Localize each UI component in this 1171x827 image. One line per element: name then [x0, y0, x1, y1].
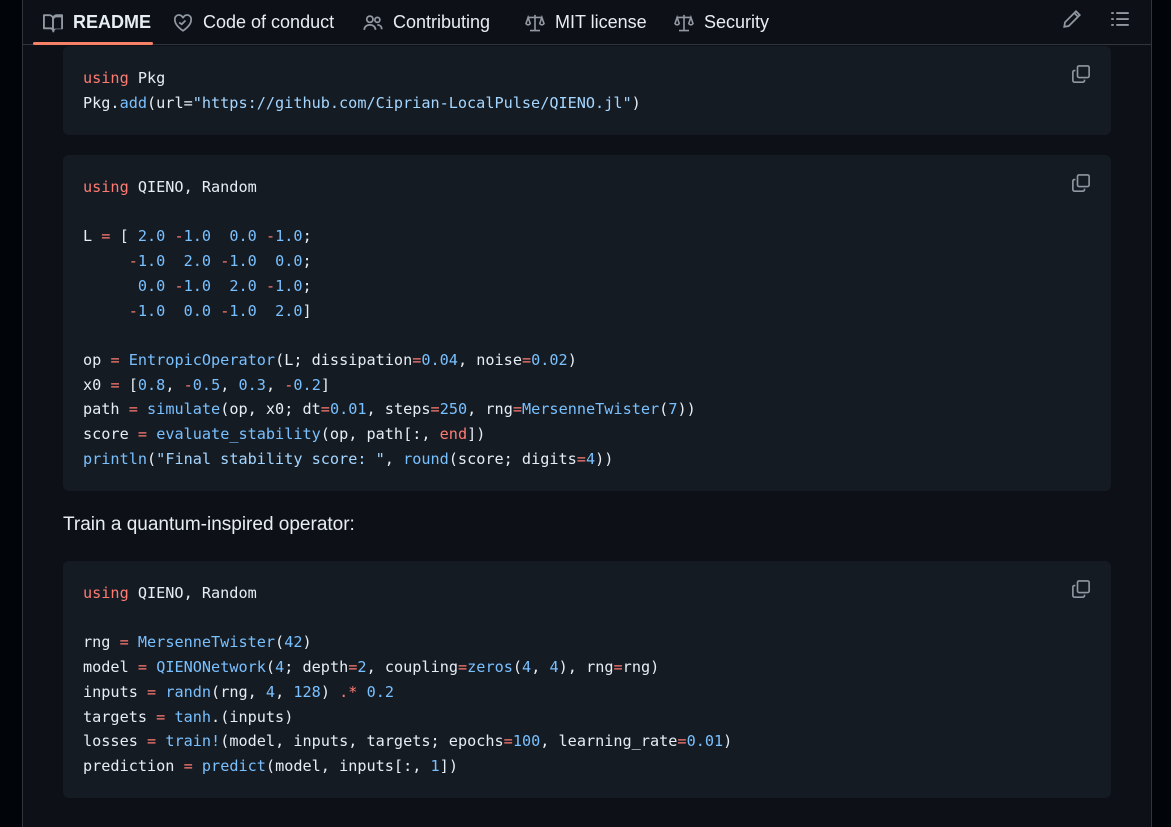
code-line: Pkg.add(url="https://github.com/Ciprian-… [83, 93, 641, 112]
pencil-icon [1063, 10, 1081, 28]
tab-security-label: Security [704, 12, 770, 32]
heart-icon [173, 13, 193, 32]
edit-button[interactable] [1057, 4, 1087, 34]
list-icon [1111, 12, 1129, 26]
tab-security[interactable]: Security [674, 0, 769, 45]
tab-mit-license-label: MIT license [555, 12, 647, 32]
people-icon [363, 14, 383, 30]
book-icon [43, 13, 63, 32]
code-line: losses = train!(model, inputs, targets; … [83, 732, 733, 751]
outline-button[interactable] [1105, 4, 1135, 34]
code-line: score = evaluate_stability(op, path[:, e… [83, 425, 486, 444]
tab-readme[interactable]: README [43, 0, 151, 45]
code-line: inputs = randn(rng, 4, 128) .* 0.2 [83, 682, 394, 701]
code-line: -1.0 0.0 -1.0 2.0] [128, 301, 312, 320]
code-line: model = QIENONetwork(4; depth=2, couplin… [83, 658, 660, 677]
scale-icon [525, 14, 545, 31]
tab-code-of-conduct[interactable]: Code of conduct [173, 0, 334, 45]
code-line: 0.0 -1.0 2.0 -1.0; [137, 276, 312, 295]
tab-contributing-label: Contributing [393, 12, 491, 32]
code-text: using QIENO, Random rng = MersenneTwiste… [83, 581, 1091, 779]
copy-icon [1072, 65, 1090, 83]
code-text: using Pkg Pkg.add(url="https://github.co… [83, 66, 1091, 115]
code-line: rng = MersenneTwister(42) [83, 633, 312, 652]
code-line: op = EntropicOperator(L; dissipation=0.0… [83, 350, 577, 369]
code-line: println("Final stability score: ", round… [83, 449, 614, 468]
paragraph-train: Train a quantum-inspired operator: [63, 514, 355, 535]
code-line: prediction = predict(model, inputs[:, 1]… [83, 756, 458, 775]
tab-code-of-conduct-label: Code of conduct [203, 12, 335, 32]
active-tab-indicator [33, 42, 153, 45]
code-line: x0 = [0.8, -0.5, 0.3, -0.2] [83, 375, 330, 394]
code-block-install: using Pkg Pkg.add(url="https://github.co… [63, 46, 1111, 135]
copy-icon [1072, 580, 1090, 598]
copy-button[interactable] [1069, 577, 1093, 601]
code-line: using Pkg [83, 69, 166, 87]
code-line: using QIENO, Random [83, 178, 257, 196]
code-line: path = simulate(op, x0; dt=0.01, steps=2… [83, 400, 696, 419]
readme-panel: README Code of conduct Contributing MIT … [22, 0, 1152, 827]
copy-button[interactable] [1069, 171, 1093, 195]
code-line: L = [ 2.0 -1.0 0.0 -1.0; [83, 227, 312, 246]
tab-contributing[interactable]: Contributing [363, 0, 490, 45]
tab-readme-label: README [73, 12, 152, 32]
tab-mit-license[interactable]: MIT license [525, 0, 647, 45]
code-line: -1.0 2.0 -1.0 0.0; [128, 252, 312, 271]
code-line: targets = tanh.(inputs) [83, 707, 294, 726]
readme-tab-bar: README Code of conduct Contributing MIT … [23, 0, 1151, 45]
code-block-simulate: using QIENO, Random L = [ 2.0 -1.0 0.0 -… [63, 155, 1111, 491]
scale-icon [674, 14, 694, 31]
code-text: using QIENO, Random L = [ 2.0 -1.0 0.0 -… [83, 175, 1091, 471]
code-block-train: using QIENO, Random rng = MersenneTwiste… [63, 561, 1111, 798]
copy-button[interactable] [1069, 62, 1093, 86]
code-line: using QIENO, Random [83, 584, 257, 602]
copy-icon [1072, 174, 1090, 192]
